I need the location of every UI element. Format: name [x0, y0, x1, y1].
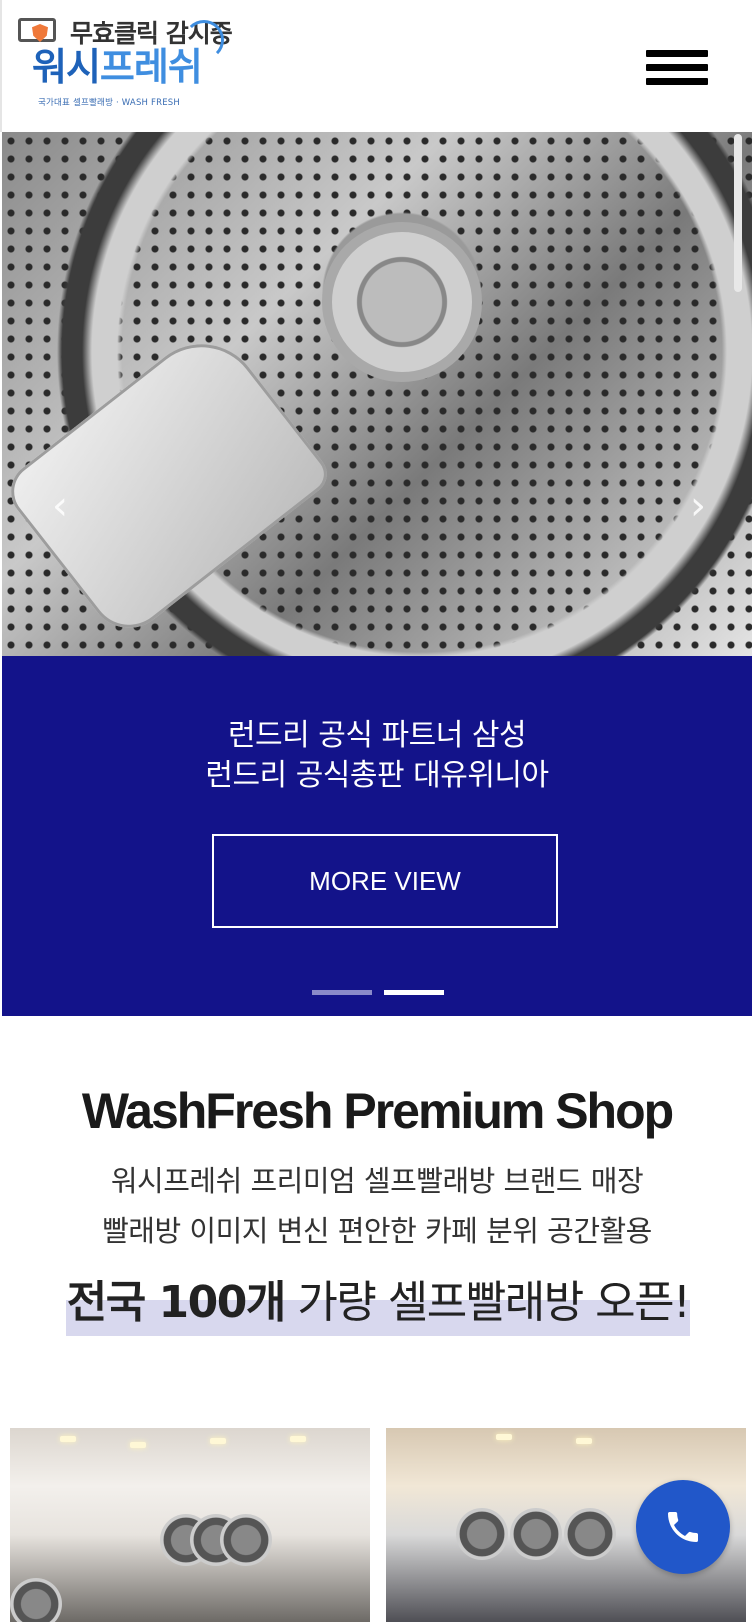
ceiling-light — [496, 1434, 512, 1440]
slide-indicator-2-active[interactable] — [384, 990, 444, 995]
washer-door — [564, 1508, 616, 1560]
highlight-banner: 전국 100개 가량 셀프빨래방 오픈! — [66, 1266, 691, 1336]
logo-brand-part2: 프레쉬 — [99, 45, 203, 89]
ceiling-light — [210, 1438, 226, 1444]
hero-slider: ‹ › — [2, 132, 752, 656]
washer-door — [220, 1514, 272, 1566]
drum-center-plate — [322, 222, 482, 382]
washer-door — [10, 1578, 62, 1622]
section-description-2: 빨래방 이미지 변신 편안한 카페 분위 공간활용 — [102, 1214, 652, 1248]
ceiling-light — [576, 1438, 592, 1444]
logo-brand-part1: 워시 — [32, 45, 101, 89]
scrollbar-thumb[interactable] — [734, 134, 742, 292]
chevron-left-icon[interactable]: ‹ — [40, 476, 80, 536]
promo-text: 런드리 공식 파트너 삼성 런드리 공식총판 대유위니아 — [2, 716, 752, 796]
phone-icon — [668, 1512, 698, 1542]
logo-brand-name: 워시프레쉬 — [32, 45, 203, 89]
promo-line-2: 런드리 공식총판 대유위니아 — [205, 758, 549, 793]
logo-subtitle: 국가대표 셀프빨래방 · WASH FRESH — [38, 98, 180, 108]
site-header: 무효클릭 감시중 워시프레쉬 국가대표 셀프빨래방 · WASH FRESH — [0, 0, 752, 132]
ceiling-light — [130, 1442, 146, 1448]
hamburger-icon[interactable] — [646, 50, 708, 86]
site-logo[interactable]: 무효클릭 감시중 워시프레쉬 국가대표 셀프빨래방 · WASH FRESH — [16, 14, 236, 108]
highlight-rest: 가량 셀프빨래방 오픈! — [284, 1277, 690, 1328]
chevron-right-icon[interactable]: › — [678, 476, 718, 536]
promo-line-1: 런드리 공식 파트너 삼성 — [227, 718, 527, 753]
ceiling-light — [60, 1436, 76, 1442]
washer-door — [456, 1508, 508, 1560]
more-view-button[interactable]: MORE VIEW — [212, 834, 558, 928]
slide-indicator-1[interactable] — [312, 990, 372, 995]
washer-door — [510, 1508, 562, 1560]
section-description-1: 워시프레쉬 프리미엄 셀프빨래방 브랜드 매장 — [110, 1164, 644, 1198]
monitor-shield-icon — [16, 16, 60, 48]
highlight-bold: 전국 100개 — [66, 1277, 287, 1328]
promo-panel: 런드리 공식 파트너 삼성 런드리 공식총판 대유위니아 MORE VIEW — [2, 656, 752, 1016]
section-title: WashFresh Premium Shop — [81, 1083, 674, 1139]
shop-photo-1[interactable] — [10, 1428, 370, 1622]
highlight-text: 전국 100개 가량 셀프빨래방 오픈! — [66, 1266, 691, 1330]
call-button[interactable] — [636, 1480, 730, 1574]
ceiling-light — [290, 1436, 306, 1442]
